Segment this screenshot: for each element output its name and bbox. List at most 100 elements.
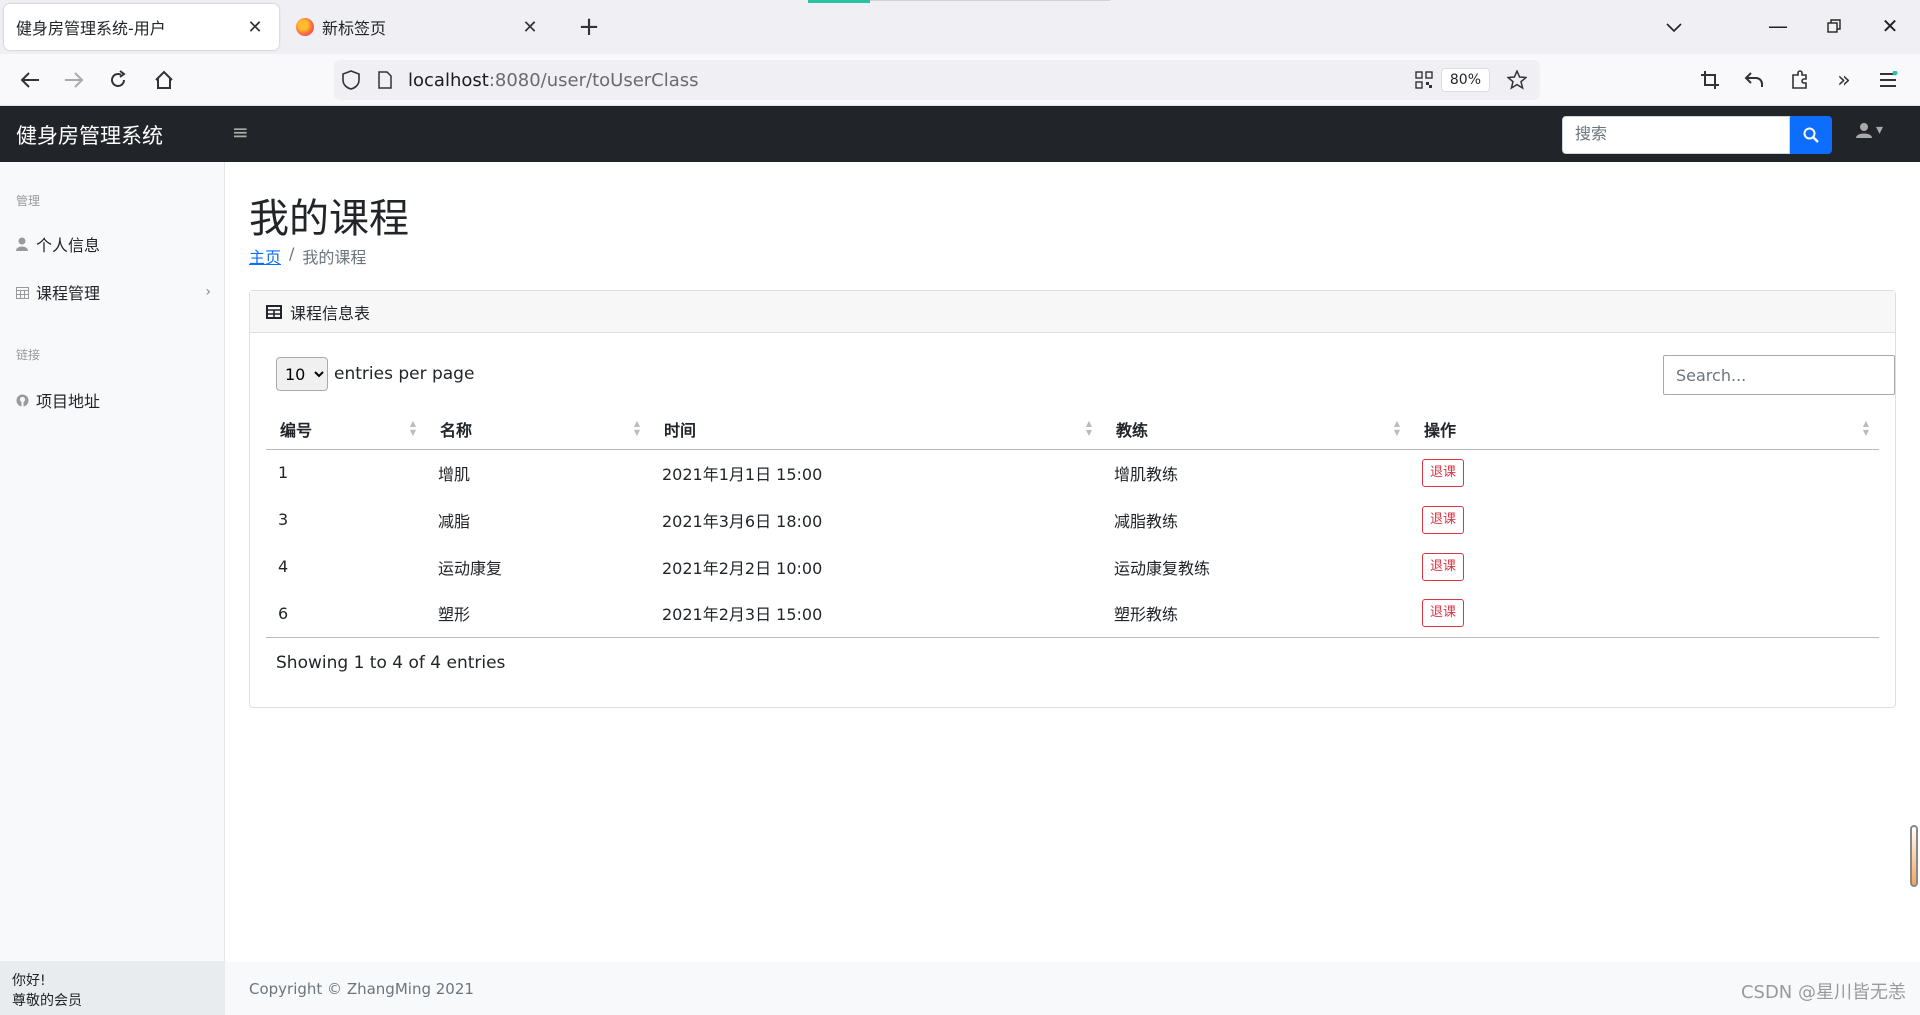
tab-indicator xyxy=(808,0,870,3)
drop-course-button[interactable]: 退课 xyxy=(1422,552,1465,581)
column-header-id[interactable]: 编号 ▲ ▼ xyxy=(266,409,426,450)
crop-icon[interactable] xyxy=(1692,62,1728,98)
url-bar[interactable]: localhost:8080/user/toUserClass 80% xyxy=(334,60,1540,100)
restore-icon[interactable] xyxy=(1814,10,1854,42)
watermark-text: CSDN @星川皆无恙 xyxy=(1740,982,1906,1003)
cell-id: 6 xyxy=(266,590,426,638)
page-icon xyxy=(368,63,402,97)
user-icon xyxy=(1856,123,1872,138)
chevron-right-icon: › xyxy=(205,284,211,300)
minimize-icon[interactable]: — xyxy=(1758,10,1798,42)
sidebar: 管理 个人信息 课程管理 › 链接 项目地址 你好! 尊敬的会员 xyxy=(0,162,225,1015)
cell-coach: 运动康复教练 xyxy=(1114,558,1211,578)
page-footer: Copyright © ZhangMing 2021 CSDN @星川皆无恙 xyxy=(225,962,1920,1015)
column-header-coach[interactable]: 教练 ▲ ▼ xyxy=(1102,409,1410,450)
app-menu-icon[interactable] xyxy=(1870,62,1906,98)
table-icon xyxy=(266,304,282,319)
home-icon[interactable] xyxy=(146,62,182,98)
cell-coach: 增肌教练 xyxy=(1114,464,1179,484)
table-search-input[interactable] xyxy=(1663,355,1895,395)
sidebar-item-label: 个人信息 xyxy=(36,236,101,255)
sort-icon: ▲ ▼ xyxy=(1862,419,1869,437)
browser-tab-active[interactable]: 健身房管理系统-用户 ✕ xyxy=(4,4,279,50)
sort-icon: ▲ ▼ xyxy=(1393,419,1400,437)
close-icon[interactable]: ✕ xyxy=(518,17,542,38)
member-role-text: 尊敬的会员 xyxy=(12,993,82,1009)
table-row: 6 塑形 2021年2月3日 15:00 塑形教练 退课 xyxy=(266,590,1879,638)
cell-name: 增肌 xyxy=(438,464,471,484)
cell-time: 2021年2月2日 10:00 xyxy=(662,558,823,578)
sidebar-item-label: 项目地址 xyxy=(36,392,101,411)
column-header-action[interactable]: 操作 ▲ ▼ xyxy=(1410,409,1879,450)
sidebar-item-project[interactable]: 项目地址 xyxy=(16,388,211,412)
entries-per-page-label: entries per page xyxy=(334,364,475,384)
undo-arrow-icon[interactable] xyxy=(1736,62,1772,98)
shield-icon[interactable] xyxy=(334,63,368,97)
column-header-time[interactable]: 时间 ▲ ▼ xyxy=(650,409,1102,450)
app-brand[interactable]: 健身房管理系统 xyxy=(16,120,163,150)
app-navbar: 健身房管理系统 ≡ ▾ xyxy=(0,106,1920,162)
table-row: 1 增肌 2021年1月1日 15:00 增肌教练 退课 xyxy=(266,449,1879,496)
sidebar-heading-manage: 管理 xyxy=(16,194,41,208)
main-content: 我的课程 主页 / 我的课程 课程信息表 10 entries per page… xyxy=(225,162,1920,1015)
scrollbar-thumb[interactable] xyxy=(1910,825,1918,887)
sort-icon: ▲ ▼ xyxy=(1085,419,1092,437)
browser-toolbar: localhost:8080/user/toUserClass 80% » xyxy=(0,54,1920,106)
copyright-text: Copyright © ZhangMing 2021 xyxy=(249,980,474,998)
cell-time: 2021年2月3日 15:00 xyxy=(650,590,1102,638)
card-header: 课程信息表 xyxy=(250,291,1895,333)
firefox-icon xyxy=(296,18,314,36)
caret-down-icon: ▾ xyxy=(1876,122,1884,138)
reload-icon[interactable] xyxy=(100,62,136,98)
tab-title: 新标签页 xyxy=(322,19,387,38)
github-icon xyxy=(16,394,36,407)
search-icon xyxy=(1803,127,1819,143)
zoom-level-badge[interactable]: 80% xyxy=(1440,68,1490,92)
drop-course-button[interactable]: 退课 xyxy=(1422,505,1465,534)
overflow-chevrons-icon[interactable]: » xyxy=(1826,62,1862,98)
new-tab-plus-icon[interactable]: + xyxy=(574,12,604,42)
sort-icon: ▲ ▼ xyxy=(409,419,416,437)
cell-name: 塑形 xyxy=(426,590,650,638)
cell-action: 退课 xyxy=(1410,590,1879,638)
sidebar-item-courses[interactable]: 课程管理 › xyxy=(16,280,211,304)
navbar-search-input[interactable] xyxy=(1562,116,1790,154)
browser-tab-new[interactable]: 新标签页 ✕ xyxy=(284,4,554,50)
table-row: 4 运动康复 2021年2月2日 10:00 运动康复教练 退课 xyxy=(266,543,1879,590)
table-info: Showing 1 to 4 of 4 entries xyxy=(276,653,506,673)
cell-name: 减脂 xyxy=(438,511,471,531)
browser-tab-bar: 健身房管理系统-用户 ✕ 新标签页 ✕ + — ✕ xyxy=(0,0,1920,54)
sidebar-item-profile[interactable]: 个人信息 xyxy=(16,232,211,256)
cell-action: 退课 xyxy=(1410,496,1879,543)
list-all-tabs-icon[interactable] xyxy=(1654,10,1694,42)
breadcrumb-current: 我的课程 xyxy=(302,248,367,267)
breadcrumb-separator: / xyxy=(289,244,295,263)
back-arrow-icon[interactable] xyxy=(12,62,48,98)
breadcrumb: 主页 / 我的课程 xyxy=(249,244,366,268)
cell-time: 2021年1月1日 15:00 xyxy=(662,464,823,484)
bookmark-star-icon[interactable] xyxy=(1500,63,1534,97)
greeting-text: 你好! xyxy=(12,973,46,989)
column-header-name[interactable]: 名称 ▲ ▼ xyxy=(426,409,650,450)
qr-code-icon[interactable] xyxy=(1407,63,1441,97)
sidebar-toggle-icon[interactable]: ≡ xyxy=(232,120,249,144)
breadcrumb-home-link[interactable]: 主页 xyxy=(249,244,281,268)
entries-per-page-select[interactable]: 10 xyxy=(276,357,328,391)
navbar-search-button[interactable] xyxy=(1790,116,1832,154)
drop-course-button[interactable]: 退课 xyxy=(1422,599,1465,628)
close-icon[interactable]: ✕ xyxy=(243,17,267,38)
cell-coach: 减脂教练 xyxy=(1114,511,1179,531)
page-title: 我的课程 xyxy=(249,196,409,242)
user-dropdown[interactable]: ▾ xyxy=(1856,122,1883,138)
cell-coach: 塑形教练 xyxy=(1102,590,1410,638)
sidebar-item-label: 课程管理 xyxy=(36,284,101,303)
cell-action: 退课 xyxy=(1410,543,1879,590)
forward-arrow-icon[interactable] xyxy=(56,62,92,98)
drop-course-button[interactable]: 退课 xyxy=(1422,458,1465,487)
sort-icon: ▲ ▼ xyxy=(633,419,640,437)
sidebar-heading-links: 链接 xyxy=(16,348,41,362)
course-table: 编号 ▲ ▼ 名称 ▲ ▼ 时间 ▲ ▼ 教练 ▲ ▼ 操作 ▲ ▼ 1 增肌 2021年1月1日 … xyxy=(266,409,1879,638)
tab-divider xyxy=(870,0,1110,1)
window-close-icon[interactable]: ✕ xyxy=(1870,10,1910,42)
extensions-puzzle-icon[interactable] xyxy=(1782,62,1818,98)
